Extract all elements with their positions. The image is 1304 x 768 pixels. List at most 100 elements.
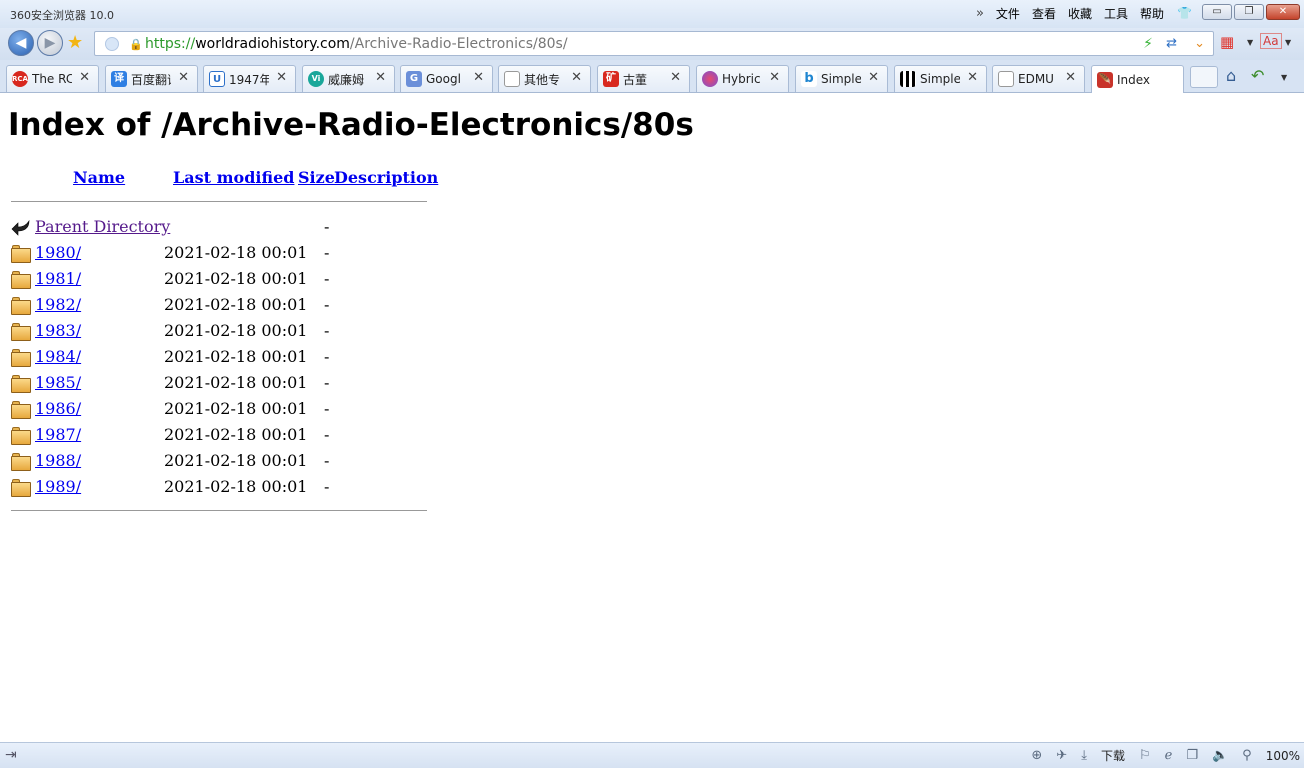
apps-dropdown-icon[interactable]: ▼ [1247, 38, 1253, 47]
menu-favorites[interactable]: 收藏 [1068, 5, 1092, 22]
skin-icon[interactable]: 👕 [1177, 6, 1192, 20]
menu-overflow-icon[interactable]: » [976, 6, 984, 21]
menu-file[interactable]: 文件 [996, 5, 1020, 22]
directory-listing: Name Last modified Size Description Pare… [11, 168, 438, 511]
table-row: 1982/ 2021-02-18 00:01 - [11, 294, 431, 320]
download-icon[interactable]: ⤓ [1081, 748, 1087, 763]
close-icon[interactable]: ✕ [473, 70, 484, 85]
speaker-icon[interactable]: 🔈 [1212, 748, 1228, 763]
folder-icon [11, 271, 31, 289]
column-size-link[interactable]: Size [298, 168, 335, 187]
last-modified: 2021-02-18 00:01 [164, 477, 308, 496]
minimize-button[interactable]: ▭ [1202, 4, 1232, 20]
back-button[interactable]: ◀ [8, 30, 34, 56]
last-modified: 2021-02-18 00:01 [164, 347, 308, 366]
close-icon[interactable]: ✕ [276, 70, 287, 85]
window-title: 360安全浏览器 10.0 [10, 9, 114, 22]
undo-close-tab-icon[interactable]: ↶ [1251, 66, 1264, 85]
window-icon[interactable]: ❐ [1186, 748, 1198, 763]
close-icon[interactable]: ✕ [769, 70, 780, 85]
header-divider [11, 201, 427, 202]
close-icon[interactable]: ✕ [1065, 70, 1076, 85]
folder-link[interactable]: 1986/ [35, 399, 81, 418]
column-name-link[interactable]: Name [73, 168, 125, 187]
menu-help[interactable]: 帮助 [1140, 5, 1164, 22]
folder-link[interactable]: 1982/ [35, 295, 81, 314]
table-row: 1980/ 2021-02-18 00:01 - [11, 242, 431, 268]
flag-icon[interactable]: ⚐ [1139, 748, 1151, 763]
tab-hybrid[interactable]: Hybric ✕ [696, 65, 789, 92]
menu-tools[interactable]: 工具 [1104, 5, 1128, 22]
restore-button[interactable]: ❐ [1234, 4, 1264, 20]
close-icon[interactable]: ✕ [670, 70, 681, 85]
tab-other[interactable]: 其他专 ✕ [498, 65, 591, 92]
close-icon[interactable]: ✕ [79, 70, 90, 85]
tab-simple-qr[interactable]: Simple ✕ [894, 65, 987, 92]
close-icon[interactable]: ✕ [967, 70, 978, 85]
zoom-search-icon[interactable]: ⚲ [1242, 748, 1252, 763]
folder-link[interactable]: 1985/ [35, 373, 81, 392]
compat-mode-icon[interactable]: ⇄ [1166, 36, 1177, 51]
tab-edmu[interactable]: EDMU ✕ [992, 65, 1085, 92]
tab-1947[interactable]: U 1947年 ✕ [203, 65, 296, 92]
tab-index-active[interactable]: 🪶 Index [1091, 65, 1184, 93]
tab-list-dropdown-icon[interactable]: ▼ [1281, 73, 1287, 82]
apache-feather-icon: 🪶 [1097, 71, 1113, 88]
u-logo-icon: U [209, 71, 225, 87]
new-tab-button[interactable] [1190, 66, 1218, 88]
sidebar-toggle-icon[interactable]: ⇥ [5, 747, 17, 763]
address-bar[interactable]: 🔒 https:// worldradiohistory.com /Archiv… [94, 31, 1214, 56]
ie-mode-icon[interactable]: ℯ [1165, 748, 1173, 763]
apps-grid-icon[interactable]: ▦ [1220, 33, 1234, 51]
folder-link[interactable]: 1983/ [35, 321, 81, 340]
zoom-level[interactable]: 100% [1266, 749, 1300, 763]
folder-link[interactable]: 1989/ [35, 477, 81, 496]
back-arrow-icon [11, 219, 31, 237]
navigation-bar: ◀ ▶ ★ 🔒 https:// worldradiohistory.com /… [0, 28, 1304, 60]
folder-icon [11, 479, 31, 497]
forward-button[interactable]: ▶ [37, 30, 63, 56]
page-icon [504, 71, 520, 87]
close-icon[interactable]: ✕ [178, 70, 189, 85]
tab-antique[interactable]: 矿 古董 ✕ [597, 65, 690, 92]
close-window-button[interactable]: ✕ [1266, 4, 1300, 20]
last-modified: 2021-02-18 00:01 [164, 269, 308, 288]
tab-william[interactable]: Vi 威廉姆 ✕ [302, 65, 395, 92]
column-description-link[interactable]: Description [334, 168, 438, 187]
folder-link[interactable]: 1980/ [35, 243, 81, 262]
favorite-star-icon[interactable]: ★ [67, 32, 83, 53]
close-icon[interactable]: ✕ [375, 70, 386, 85]
file-size: - [324, 347, 330, 366]
parent-directory-link[interactable]: Parent Directory [35, 217, 170, 236]
column-last-modified-link[interactable]: Last modified [173, 168, 294, 187]
security-shield-icon[interactable]: ⊕ [1031, 748, 1042, 763]
home-icon[interactable]: ⌂ [1226, 66, 1236, 85]
folder-link[interactable]: 1981/ [35, 269, 81, 288]
menu-view[interactable]: 查看 [1032, 5, 1056, 22]
tab-google[interactable]: G Googl ✕ [400, 65, 493, 92]
file-size: - [324, 321, 330, 340]
tab-baidu-translate[interactable]: 译 百度翻译 ✕ [105, 65, 198, 92]
close-icon[interactable]: ✕ [868, 70, 879, 85]
pin-icon[interactable]: ✈ [1056, 748, 1067, 763]
antique-logo-icon: 矿 [603, 71, 619, 87]
download-label[interactable]: 下载 [1101, 747, 1125, 764]
pdf-tool-icon[interactable]: Aa [1260, 33, 1282, 49]
pdf-dropdown-icon[interactable]: ▼ [1285, 38, 1291, 47]
site-info-icon[interactable] [105, 36, 119, 51]
tab-label: Simple [821, 72, 861, 86]
tab-simple-bing[interactable]: b Simple ✕ [795, 65, 888, 92]
folder-icon [11, 453, 31, 471]
folder-link[interactable]: 1987/ [35, 425, 81, 444]
address-dropdown-icon[interactable]: ⌄ [1194, 36, 1205, 51]
folder-link[interactable]: 1988/ [35, 451, 81, 470]
google-translate-icon: G [406, 71, 422, 87]
speed-mode-icon[interactable]: ⚡ [1143, 36, 1153, 52]
folder-link[interactable]: 1984/ [35, 347, 81, 366]
file-size: - [324, 269, 330, 288]
folder-icon [11, 245, 31, 263]
close-icon[interactable]: ✕ [571, 70, 582, 85]
table-row-parent: Parent Directory - [11, 216, 431, 242]
bing-logo-icon: b [801, 71, 817, 87]
tab-the-rc[interactable]: RCA The RC ✕ [6, 65, 99, 92]
